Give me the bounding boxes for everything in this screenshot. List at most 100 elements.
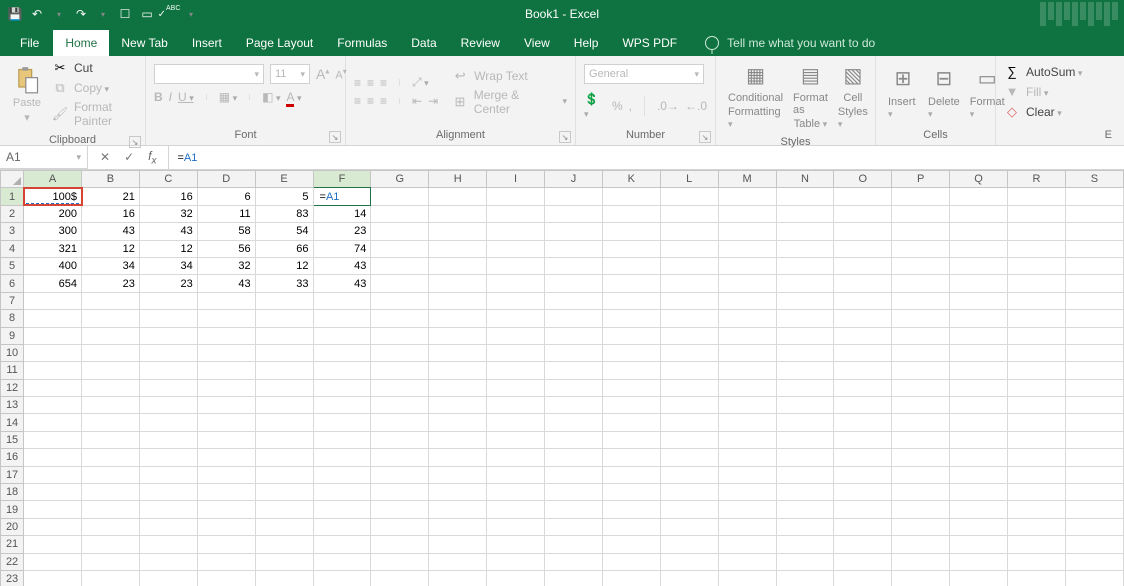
cell[interactable] <box>255 397 313 414</box>
cell[interactable] <box>487 449 545 466</box>
cell[interactable] <box>660 275 718 292</box>
autosum-button[interactable]: ∑AutoSum <box>1004 64 1082 80</box>
cell[interactable]: 43 <box>313 257 371 274</box>
cell[interactable] <box>950 397 1008 414</box>
cell[interactable] <box>950 188 1008 205</box>
cell[interactable] <box>660 205 718 222</box>
cell[interactable] <box>429 449 487 466</box>
cell[interactable] <box>1008 536 1066 553</box>
cell[interactable] <box>197 553 255 570</box>
cell[interactable] <box>24 501 82 518</box>
cell[interactable] <box>197 292 255 309</box>
cell[interactable] <box>82 570 140 586</box>
cell[interactable]: 56 <box>197 240 255 257</box>
cell[interactable] <box>1065 188 1123 205</box>
cell[interactable] <box>892 379 950 396</box>
cell[interactable] <box>776 327 834 344</box>
cell[interactable] <box>545 570 603 586</box>
fill-color-icon[interactable]: ◧ <box>262 90 280 104</box>
cell[interactable] <box>371 223 429 240</box>
cell[interactable] <box>1008 223 1066 240</box>
cell[interactable] <box>892 397 950 414</box>
cell[interactable] <box>1008 466 1066 483</box>
cell[interactable]: 21 <box>82 188 140 205</box>
cell[interactable] <box>660 223 718 240</box>
cell[interactable] <box>24 414 82 431</box>
cell[interactable] <box>834 449 892 466</box>
cell[interactable] <box>834 431 892 448</box>
delete-cells-button[interactable]: ⊟Delete <box>924 64 964 120</box>
tab-data[interactable]: Data <box>399 30 448 56</box>
cell[interactable] <box>892 362 950 379</box>
cell[interactable] <box>82 536 140 553</box>
cell[interactable]: 16 <box>82 205 140 222</box>
cell[interactable] <box>892 292 950 309</box>
cell[interactable] <box>371 449 429 466</box>
cell[interactable] <box>1008 431 1066 448</box>
tab-insert[interactable]: Insert <box>180 30 234 56</box>
insert-cells-button[interactable]: ⊞Insert <box>884 64 922 120</box>
cell[interactable] <box>197 518 255 535</box>
cell[interactable] <box>1065 292 1123 309</box>
fx-icon[interactable]: fx <box>148 149 156 166</box>
cell[interactable] <box>487 310 545 327</box>
cell[interactable] <box>660 414 718 431</box>
cell[interactable] <box>197 536 255 553</box>
cell[interactable] <box>660 518 718 535</box>
column-header[interactable]: B <box>82 171 140 188</box>
column-header[interactable]: P <box>892 171 950 188</box>
alignment-dialog-icon[interactable]: ↘ <box>559 131 571 143</box>
cell[interactable] <box>718 449 776 466</box>
cell[interactable] <box>776 397 834 414</box>
cell[interactable] <box>950 379 1008 396</box>
cell[interactable] <box>602 553 660 570</box>
cell[interactable] <box>718 536 776 553</box>
column-header[interactable]: I <box>487 171 545 188</box>
cell[interactable] <box>660 449 718 466</box>
cell[interactable] <box>776 292 834 309</box>
cell[interactable] <box>24 379 82 396</box>
cell[interactable] <box>892 570 950 586</box>
tab-home[interactable]: Home <box>53 30 109 56</box>
cell[interactable] <box>545 205 603 222</box>
cell[interactable] <box>776 240 834 257</box>
paste-button[interactable]: Paste ▾ <box>8 65 46 124</box>
column-header[interactable]: E <box>255 171 313 188</box>
cell[interactable] <box>487 379 545 396</box>
row-header[interactable]: 16 <box>1 449 24 466</box>
cell[interactable] <box>371 536 429 553</box>
cell[interactable] <box>1008 570 1066 586</box>
cell[interactable] <box>892 188 950 205</box>
cell[interactable] <box>950 257 1008 274</box>
cell[interactable] <box>487 553 545 570</box>
cell[interactable] <box>487 240 545 257</box>
tab-help[interactable]: Help <box>562 30 611 56</box>
cell[interactable] <box>487 292 545 309</box>
cell[interactable] <box>371 414 429 431</box>
cell[interactable]: 23 <box>139 275 197 292</box>
cell[interactable] <box>313 518 371 535</box>
cell[interactable] <box>255 570 313 586</box>
cell[interactable] <box>718 518 776 535</box>
row-header[interactable]: 6 <box>1 275 24 292</box>
cell[interactable] <box>197 484 255 501</box>
cell[interactable] <box>139 327 197 344</box>
cell[interactable] <box>602 414 660 431</box>
cell[interactable] <box>950 553 1008 570</box>
cell[interactable] <box>545 431 603 448</box>
cell[interactable] <box>545 344 603 361</box>
cell[interactable] <box>139 344 197 361</box>
cell[interactable] <box>660 397 718 414</box>
percent-icon[interactable]: % <box>612 99 623 113</box>
cell[interactable] <box>892 501 950 518</box>
column-header[interactable]: F <box>313 171 371 188</box>
cancel-icon[interactable]: ✕ <box>100 150 110 164</box>
cell[interactable] <box>313 449 371 466</box>
cell[interactable] <box>602 536 660 553</box>
cell[interactable]: 34 <box>82 257 140 274</box>
cell[interactable] <box>313 310 371 327</box>
cell[interactable] <box>371 570 429 586</box>
new-icon[interactable]: ▭ <box>138 5 156 23</box>
cell[interactable] <box>429 275 487 292</box>
align-middle-icon[interactable]: ≡ <box>367 76 374 90</box>
